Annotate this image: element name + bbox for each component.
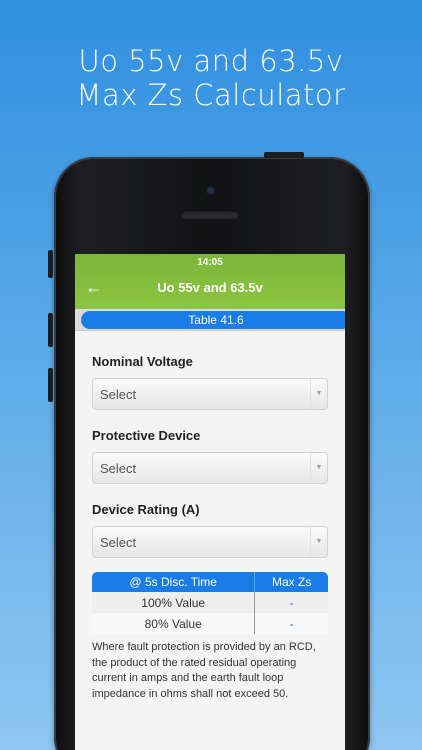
max-zs-80-value: - [255,613,328,634]
nominal-voltage-label: Nominal Voltage [92,354,193,369]
table-reference-bar: Table 41.6 [75,309,345,331]
chevron-down-icon: ▼ [310,527,327,557]
table-reference-badge[interactable]: Table 41.6 [81,311,345,329]
chevron-down-icon: ▼ [310,453,327,483]
phone-screen: 14:05 ← Uo 55v and 63.5v Table 41.6 Nomi… [75,254,345,750]
volume-up-button [48,313,53,347]
nominal-voltage-select[interactable]: Select ▼ [92,378,328,410]
device-rating-label: Device Rating (A) [92,502,200,517]
page-title: Uo 55v and 63.5v [157,280,263,295]
mute-switch [48,250,53,278]
protective-device-select[interactable]: Select ▼ [92,452,328,484]
app-header: 14:05 ← Uo 55v and 63.5v [75,254,345,309]
results-table: @ 5s Disc. Time Max Zs 100% Value - 80% … [92,572,328,634]
headline-line-1: Uo 55v and 63.5v [78,44,344,78]
device-rating-value: Select [100,535,137,550]
max-zs-100-value: - [255,592,328,613]
form-content: Nominal Voltage Select ▼ Protective Devi… [75,354,345,702]
rcd-note: Where fault protection is provided by an… [92,641,316,700]
column-header-disc-time: @ 5s Disc. Time [92,572,256,592]
headline-line-2: Max Zs Calculator [76,78,346,112]
volume-down-button [48,368,53,402]
chevron-down-icon: ▼ [310,379,327,409]
protective-device-value: Select [100,461,137,476]
status-time: 14:05 [197,257,223,268]
row-label-100: 100% Value [92,592,256,613]
nominal-voltage-value: Select [100,387,137,402]
promo-headline: Uo 55v and 63.5v Max Zs Calculator [0,44,422,112]
protective-device-label: Protective Device [92,428,201,443]
column-header-max-zs: Max Zs [255,572,328,592]
table-row: 100% Value - [92,592,328,613]
device-rating-select[interactable]: Select ▼ [92,526,328,558]
table-row: 80% Value - [92,613,328,634]
front-camera [206,186,215,195]
power-button [264,152,304,158]
earpiece-speaker [181,210,239,219]
row-label-80: 80% Value [92,613,256,634]
